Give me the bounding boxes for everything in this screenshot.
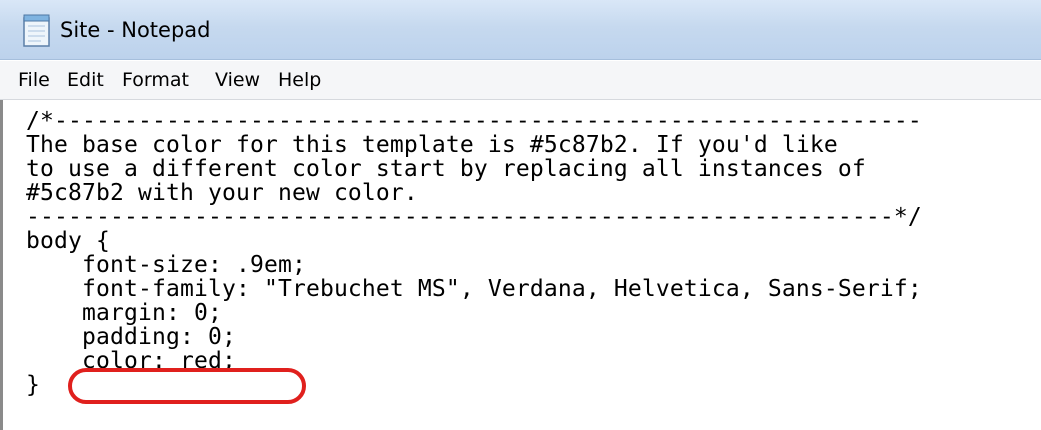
window-title: Site - Notepad xyxy=(60,18,211,42)
editor-line: /*--------------------------------------… xyxy=(26,108,922,134)
notepad-window: Site - Notepad File Edit Format View Hel… xyxy=(0,0,1041,430)
editor-line: font-family: "Trebuchet MS", Verdana, He… xyxy=(26,276,922,302)
editor-line: The base color for this template is #5c8… xyxy=(26,132,838,158)
editor-line: margin: 0; xyxy=(26,300,222,326)
editor-line: body { xyxy=(26,228,110,254)
menu-view[interactable]: View xyxy=(215,67,260,93)
notepad-icon xyxy=(23,13,51,47)
menu-edit[interactable]: Edit xyxy=(67,67,104,93)
editor-line: padding: 0; xyxy=(26,324,236,350)
editor-line: #5c87b2 with your new color. xyxy=(26,180,418,206)
editor-line: to use a different color start by replac… xyxy=(26,156,866,182)
menu-format[interactable]: Format xyxy=(122,67,189,93)
menu-file[interactable]: File xyxy=(18,67,50,93)
editor-line: font-size: .9em; xyxy=(26,252,306,278)
highlight-annotation-ring xyxy=(68,368,306,404)
menu-help[interactable]: Help xyxy=(278,67,321,93)
editor-line: } xyxy=(26,372,40,398)
document-text[interactable]: /*--------------------------------------… xyxy=(26,109,922,397)
editor-line: ----------------------------------------… xyxy=(26,204,922,230)
title-bar[interactable]: Site - Notepad xyxy=(0,0,1041,60)
menu-bar: File Edit Format View Help xyxy=(0,61,1041,100)
